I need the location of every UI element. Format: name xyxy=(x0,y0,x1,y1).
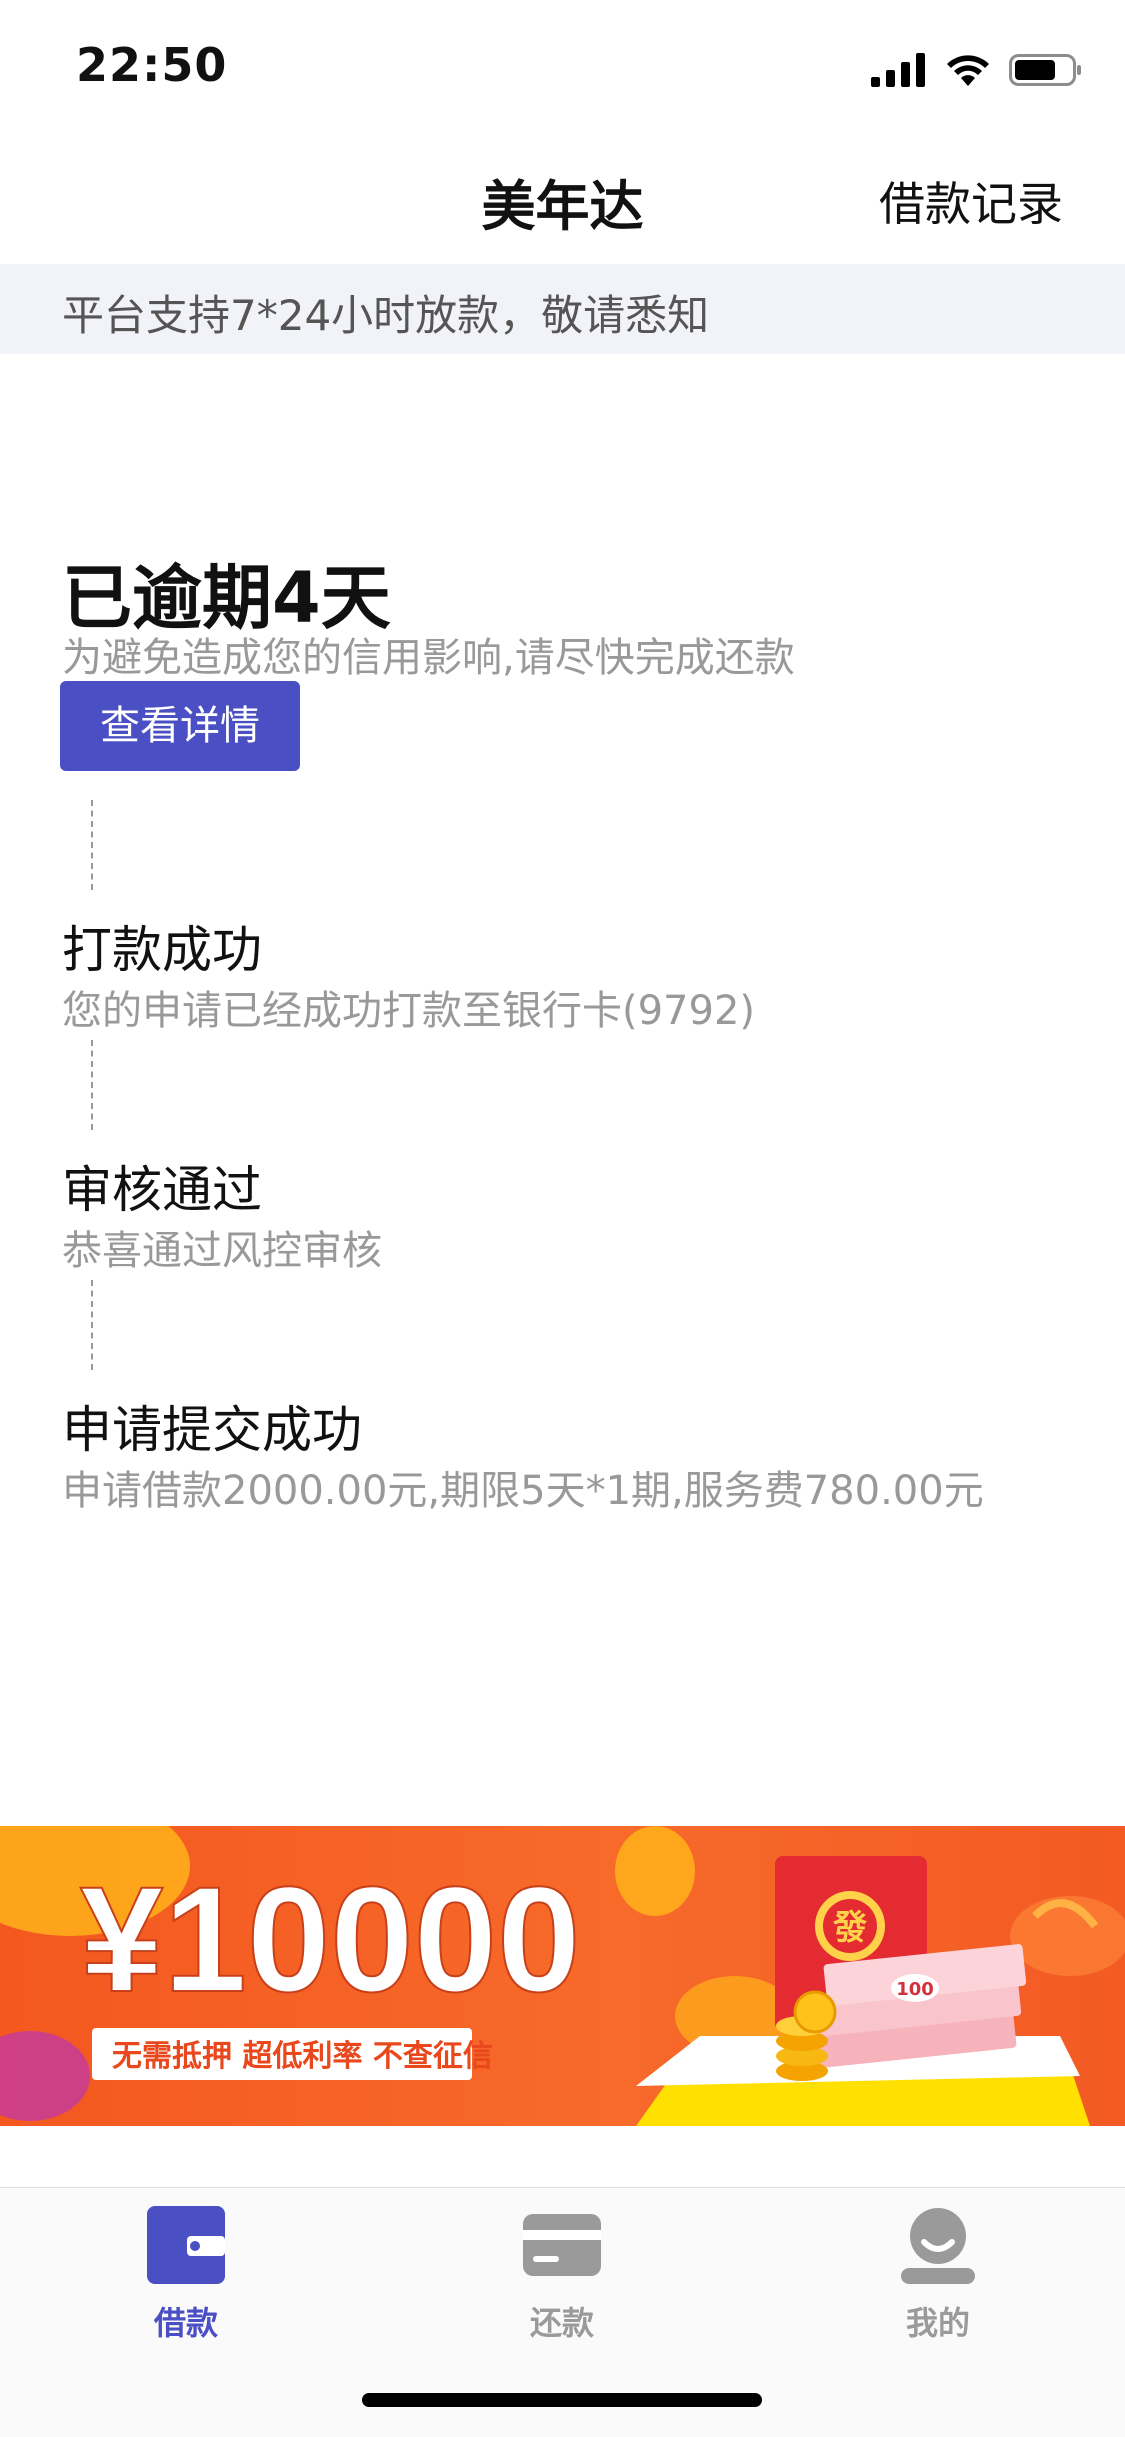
tab-borrow[interactable]: 借款 xyxy=(86,2206,286,2356)
tab-mine[interactable]: 我的 xyxy=(838,2206,1038,2356)
wallet-icon xyxy=(147,2206,225,2284)
tab-label: 我的 xyxy=(905,2304,970,2342)
person-icon xyxy=(901,2208,975,2284)
home-indicator xyxy=(362,2393,762,2407)
nav-bar: 美年达 借款记录 xyxy=(0,132,1125,264)
step-title: 审核通过 xyxy=(62,1161,262,1219)
banknote-value: 100 xyxy=(896,1979,934,2000)
card-icon xyxy=(523,2214,601,2276)
timeline-connector xyxy=(91,800,93,890)
step-description: 恭喜通过风控审核 xyxy=(62,1228,382,1274)
tab-label: 还款 xyxy=(529,2304,594,2342)
envelope-character: 發 xyxy=(832,1908,867,1948)
tab-repay[interactable]: 还款 xyxy=(462,2206,662,2356)
wifi-icon xyxy=(947,55,989,86)
status-time: 22:50 xyxy=(76,38,228,92)
timeline-connector xyxy=(91,1040,93,1130)
tab-label: 借款 xyxy=(153,2304,218,2342)
notice-text: 平台支持7*24小时放款，敬请悉知 xyxy=(62,291,710,340)
step-description: 申请借款2000.00元,期限5天*1期,服务费780.00元 xyxy=(62,1468,984,1514)
step-description: 您的申请已经成功打款至银行卡(9792) xyxy=(62,988,756,1034)
status-icons xyxy=(871,50,1083,90)
promo-banner[interactable]: ¥10000 无需抵押 超低利率 不查征信 發 100 xyxy=(0,1826,1125,2126)
step-title: 申请提交成功 xyxy=(62,1401,362,1459)
battery-icon xyxy=(1009,54,1081,86)
status-bar: 22:50 xyxy=(0,0,1125,132)
promo-banner-art: ¥10000 无需抵押 超低利率 不查征信 發 100 xyxy=(0,1826,1125,2126)
overdue-description: 为避免造成您的信用影响,请尽快完成还款 xyxy=(62,635,795,681)
step-title: 打款成功 xyxy=(62,921,262,979)
timeline-connector xyxy=(91,1280,93,1370)
signal-icon xyxy=(871,53,925,87)
view-details-button[interactable]: 查看详情 xyxy=(60,681,300,771)
notice-banner: 平台支持7*24小时放款，敬请悉知 xyxy=(0,264,1125,354)
banner-tagline: 无需抵押 超低利率 不查征信 xyxy=(112,2039,493,2074)
banner-amount: ¥10000 xyxy=(80,1855,581,2023)
loan-records-link[interactable]: 借款记录 xyxy=(879,168,1063,234)
